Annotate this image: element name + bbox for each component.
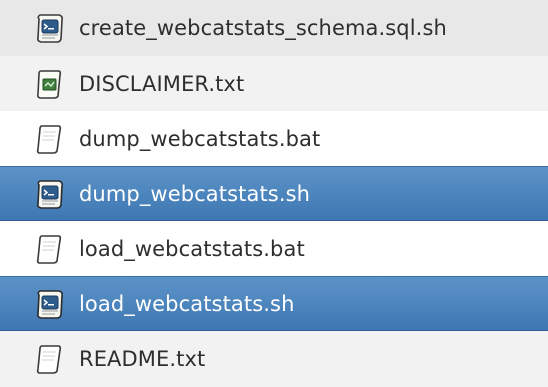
file-name: dump_webcatstats.sh	[79, 181, 311, 206]
file-name: dump_webcatstats.bat	[79, 126, 321, 151]
file-name: load_webcatstats.sh	[79, 291, 295, 316]
blank-doc-icon	[36, 234, 62, 264]
text-doc-icon	[36, 69, 62, 99]
file-row-selected[interactable]: load_webcatstats.sh	[0, 276, 548, 331]
script-icon	[37, 14, 63, 43]
file-list: create_webcatstats_schema.sql.sh DISCLAI…	[0, 0, 548, 387]
script-icon	[37, 289, 63, 319]
file-row[interactable]: DISCLAIMER.txt	[0, 56, 548, 111]
file-row[interactable]: load_webcatstats.bat	[0, 221, 548, 276]
file-row[interactable]: README.txt	[0, 331, 548, 387]
file-row-selected[interactable]: dump_webcatstats.sh	[0, 166, 548, 221]
file-name: create_webcatstats_schema.sql.sh	[79, 16, 447, 40]
file-row[interactable]: create_webcatstats_schema.sql.sh	[0, 0, 548, 56]
file-row[interactable]: dump_webcatstats.bat	[0, 111, 548, 166]
file-name: DISCLAIMER.txt	[79, 71, 245, 96]
blank-doc-icon	[36, 124, 62, 154]
file-name: README.txt	[79, 347, 206, 371]
blank-doc-icon	[36, 345, 62, 374]
script-icon	[37, 179, 63, 209]
file-name: load_webcatstats.bat	[79, 236, 305, 261]
